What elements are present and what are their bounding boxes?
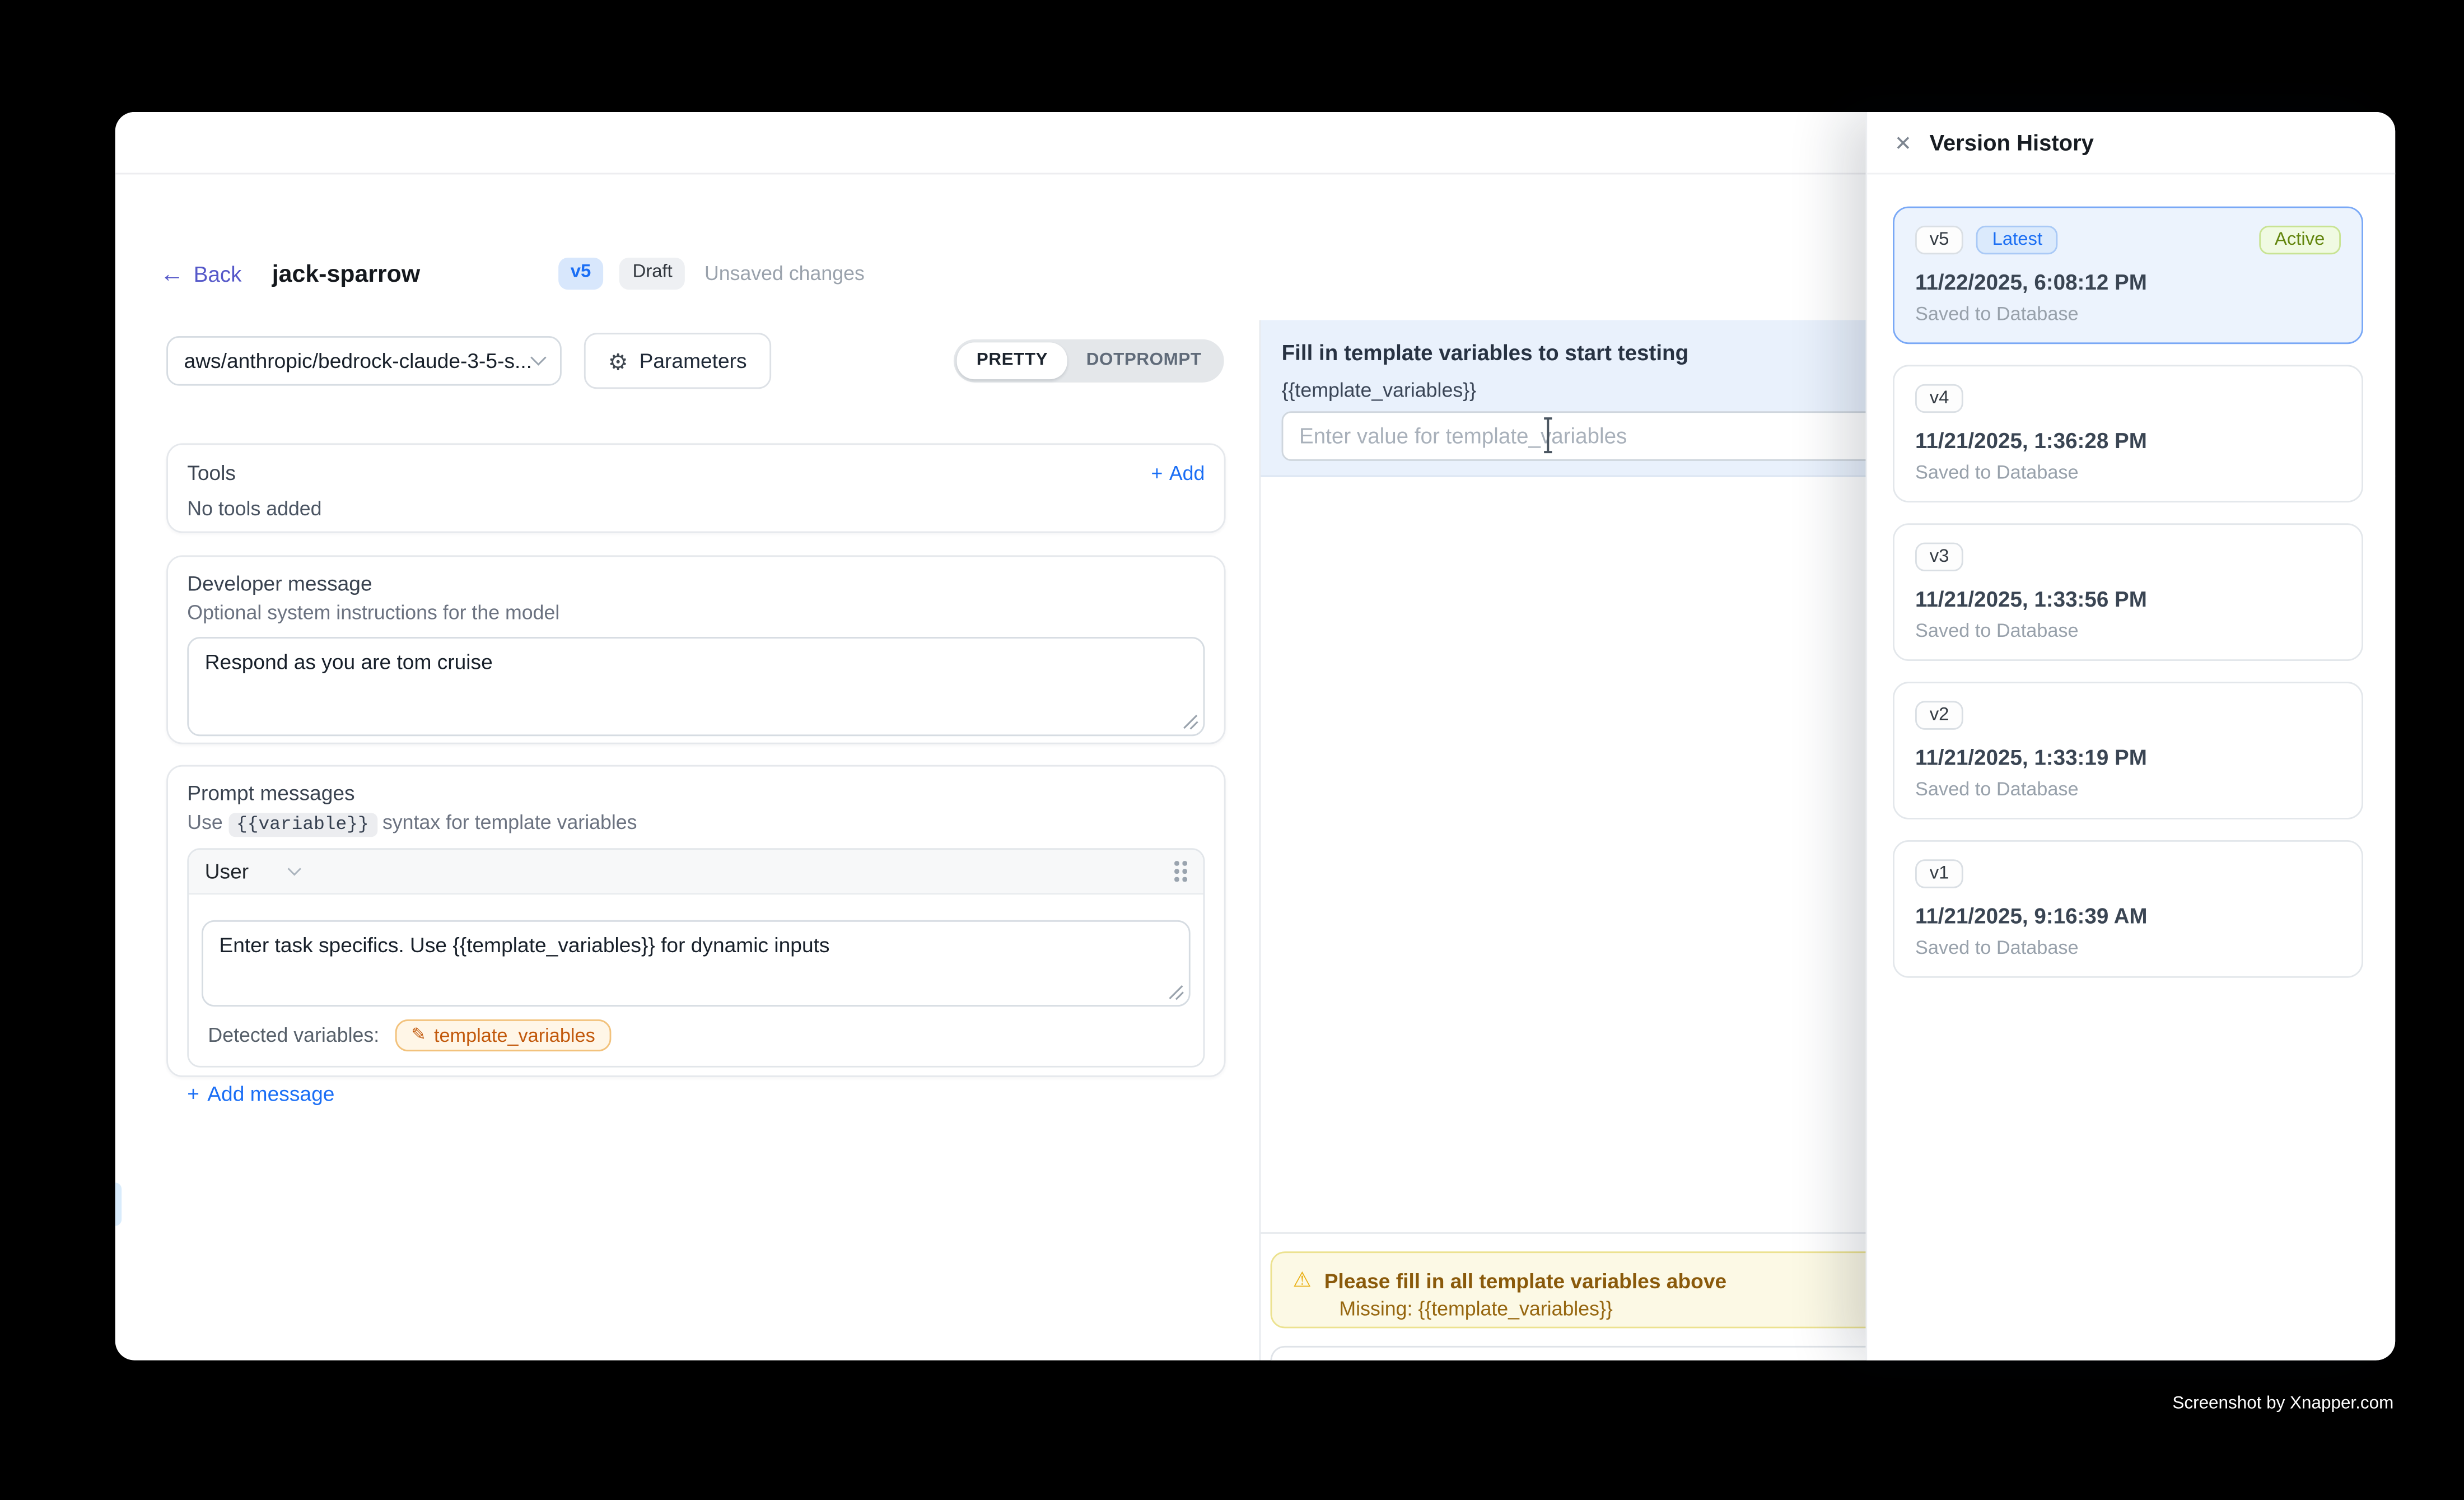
tools-section: Tools + Add No tools added [166, 443, 1225, 533]
version-status: Saved to Database [1915, 461, 2341, 483]
version-list: v5 Latest Active 11/22/2025, 6:08:12 PM … [1867, 174, 2395, 977]
version-tag-badge: v4 [1915, 384, 1963, 413]
plus-icon: + [187, 1082, 199, 1106]
format-toggle: PRETTY DOTPROMPT [954, 339, 1224, 383]
gear-icon: ⚙ [608, 350, 628, 372]
version-tag-badge: v2 [1915, 701, 1963, 729]
add-tool-label: Add [1169, 462, 1205, 484]
version-tag-badge: v1 [1915, 859, 1963, 888]
subtitle-suffix: syntax for template variables [382, 812, 637, 834]
back-button[interactable]: ← Back [160, 262, 242, 286]
developer-message-section: Developer message Optional system instru… [166, 555, 1225, 744]
plus-icon: + [1151, 462, 1163, 484]
parameters-button[interactable]: ⚙ Parameters [584, 333, 771, 389]
pencil-icon: ✎ [411, 1027, 426, 1044]
version-timestamp: 11/21/2025, 9:16:39 AM [1915, 904, 2341, 928]
desktop-background: ← Back jack-sparrow v5 Draft Unsaved cha… [0, 0, 2464, 1500]
version-history-header: ✕ Version History [1867, 112, 2395, 174]
message-header: User [189, 850, 1203, 895]
prompt-messages-subtitle: Use {{variable}} syntax for template var… [187, 812, 1205, 836]
draft-badge: Draft [620, 258, 685, 290]
message-input[interactable]: Enter task specifics. Use {{template_var… [202, 920, 1191, 1007]
version-card[interactable]: v1 11/21/2025, 9:16:39 AM Saved to Datab… [1893, 840, 2363, 978]
chevron-down-icon [530, 350, 546, 365]
version-history-title: Version History [1929, 129, 2093, 155]
back-arrow-icon: ← [160, 262, 184, 286]
version-tag-badge: v5 [1915, 226, 1963, 254]
developer-message-input[interactable]: Respond as you are tom cruise [187, 637, 1205, 736]
toggle-pretty[interactable]: PRETTY [958, 343, 1067, 379]
version-card[interactable]: v5 Latest Active 11/22/2025, 6:08:12 PM … [1893, 207, 2363, 344]
version-timestamp: 11/21/2025, 1:33:19 PM [1915, 746, 2341, 770]
version-tag-badge: v3 [1915, 543, 1963, 571]
add-message-button[interactable]: + Add message [187, 1082, 334, 1106]
resize-handle-icon[interactable] [1182, 714, 1198, 730]
close-icon[interactable]: ✕ [1894, 132, 1912, 153]
page-header: ← Back jack-sparrow v5 Draft Unsaved cha… [160, 254, 865, 293]
clipped-floating-element [115, 1182, 122, 1226]
warning-icon: ⚠ [1293, 1268, 1312, 1293]
latest-badge: Latest [1976, 226, 2059, 254]
prompt-editor-column: aws/anthropic/bedrock-claude-3-5-s... ⚙ … [166, 320, 1225, 1077]
message-body: Enter task specifics. Use {{template_var… [189, 895, 1203, 1007]
version-history-panel: ✕ Version History v5 Latest Active 11/22… [1865, 112, 2395, 1361]
role-select[interactable]: User [205, 859, 300, 883]
detected-variables-label: Detected variables: [208, 1024, 379, 1047]
unsaved-changes-label: Unsaved changes [704, 263, 865, 285]
parameters-label: Parameters [640, 349, 747, 373]
tools-title: Tools [187, 461, 236, 485]
template-variable-name: template_variables [434, 1024, 595, 1047]
subtitle-prefix: Use [187, 812, 223, 834]
tools-empty-text: No tools added [187, 498, 1205, 520]
version-status: Saved to Database [1915, 302, 2341, 325]
drag-handle[interactable] [1174, 861, 1187, 882]
text-cursor-icon [1541, 416, 1555, 455]
version-timestamp: 11/21/2025, 1:36:28 PM [1915, 429, 2341, 453]
warning-title: Please fill in all template variables ab… [1324, 1268, 1726, 1292]
back-label: Back [194, 262, 242, 286]
version-timestamp: 11/22/2025, 6:08:12 PM [1915, 271, 2341, 295]
prompt-messages-section: Prompt messages Use {{variable}} syntax … [166, 765, 1225, 1077]
version-badge: v5 [558, 258, 604, 290]
developer-message-title: Developer message [187, 571, 1205, 595]
variable-syntax-chip: {{variable}} [228, 813, 377, 837]
chevron-down-icon [288, 861, 302, 875]
model-select-value: aws/anthropic/bedrock-claude-3-5-s... [184, 349, 533, 373]
version-card[interactable]: v3 11/21/2025, 1:33:56 PM Saved to Datab… [1893, 523, 2363, 661]
model-toolbar: aws/anthropic/bedrock-claude-3-5-s... ⚙ … [166, 320, 1225, 393]
version-timestamp: 11/21/2025, 1:33:56 PM [1915, 588, 2341, 612]
model-select[interactable]: aws/anthropic/bedrock-claude-3-5-s... [166, 336, 562, 386]
active-badge: Active [2258, 226, 2341, 254]
template-variable-chip[interactable]: ✎ template_variables [395, 1019, 612, 1051]
add-message-label: Add message [207, 1082, 334, 1106]
version-status: Saved to Database [1915, 778, 2341, 800]
prompt-messages-title: Prompt messages [187, 781, 1205, 805]
detected-variables-row: Detected variables: ✎ template_variables [189, 1007, 1203, 1066]
developer-message-subtitle: Optional system instructions for the mod… [187, 602, 1205, 624]
version-card[interactable]: v4 11/21/2025, 1:36:28 PM Saved to Datab… [1893, 365, 2363, 502]
version-status: Saved to Database [1915, 936, 2341, 958]
toggle-dotprompt[interactable]: DOTPROMPT [1067, 343, 1221, 379]
role-value: User [205, 859, 249, 883]
message-block: User Enter task specifics. Use {{templat… [187, 848, 1205, 1067]
resize-handle-icon[interactable] [1168, 984, 1184, 1000]
page-title: jack-sparrow [272, 260, 420, 287]
version-card[interactable]: v2 11/21/2025, 1:33:19 PM Saved to Datab… [1893, 682, 2363, 819]
version-status: Saved to Database [1915, 619, 2341, 642]
add-tool-button[interactable]: + Add [1151, 462, 1205, 484]
watermark-text: Screenshot by Xnapper.com [2172, 1394, 2393, 1413]
